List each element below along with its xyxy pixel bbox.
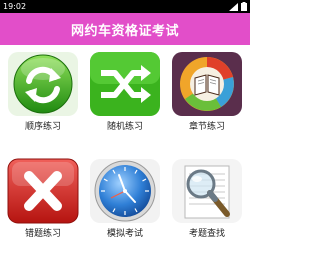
refresh-icon <box>8 52 78 116</box>
menu-item-label: 错题练习 <box>24 229 61 239</box>
menu-grid: 顺序练习 随机练习 章节练习 错题练习 模拟考试 考题查找 <box>0 45 250 260</box>
book-chart-icon <box>172 52 242 116</box>
magnifier-icon <box>172 159 242 223</box>
status-icons <box>229 0 247 13</box>
menu-item-chapter-practice[interactable]: 章节练习 <box>171 45 243 135</box>
menu-item-random-practice[interactable]: 随机练习 <box>89 45 161 135</box>
signal-icon <box>229 2 238 11</box>
menu-item-label: 章节练习 <box>188 122 225 132</box>
menu-item-label: 考题查找 <box>188 229 225 239</box>
status-bar: 19:02 <box>0 0 250 13</box>
menu-item-mock-exam[interactable]: 模拟考试 <box>89 152 161 242</box>
status-time: 19:02 <box>3 2 27 11</box>
title-bar: 网约车资格证考试 <box>0 13 250 45</box>
menu-item-label: 随机练习 <box>106 122 143 132</box>
menu-item-label: 模拟考试 <box>106 229 143 239</box>
page-title: 网约车资格证考试 <box>70 23 179 39</box>
menu-item-label: 顺序练习 <box>24 122 61 132</box>
close-x-icon <box>7 158 79 224</box>
menu-item-wrong-practice[interactable]: 错题练习 <box>7 152 79 242</box>
clock-icon <box>90 159 160 223</box>
shuffle-icon <box>90 52 160 116</box>
menu-item-sequential-practice[interactable]: 顺序练习 <box>7 45 79 135</box>
battery-icon <box>241 2 247 11</box>
menu-item-question-search[interactable]: 考题查找 <box>171 152 243 242</box>
